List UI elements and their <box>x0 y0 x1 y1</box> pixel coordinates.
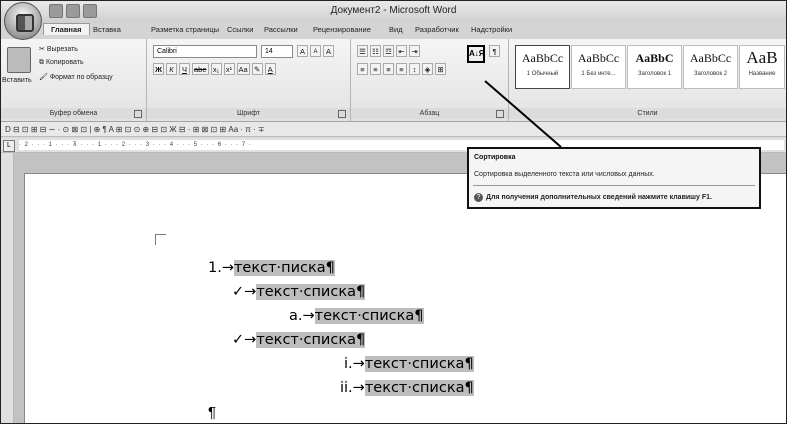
callout-line <box>484 80 562 148</box>
tooltip-title: Сортировка <box>474 154 516 161</box>
word-window: Документ2 - Microsoft Word Главная Встав… <box>0 0 787 424</box>
tooltip-divider <box>473 185 755 186</box>
sort-tooltip: Сортировка Сортировка выделенного текста… <box>467 147 761 209</box>
tooltip-description: Сортировка выделенного текста или числов… <box>474 171 655 178</box>
tooltip-help: Для получения дополнительных сведений на… <box>486 194 712 201</box>
help-icon: ? <box>474 193 483 202</box>
